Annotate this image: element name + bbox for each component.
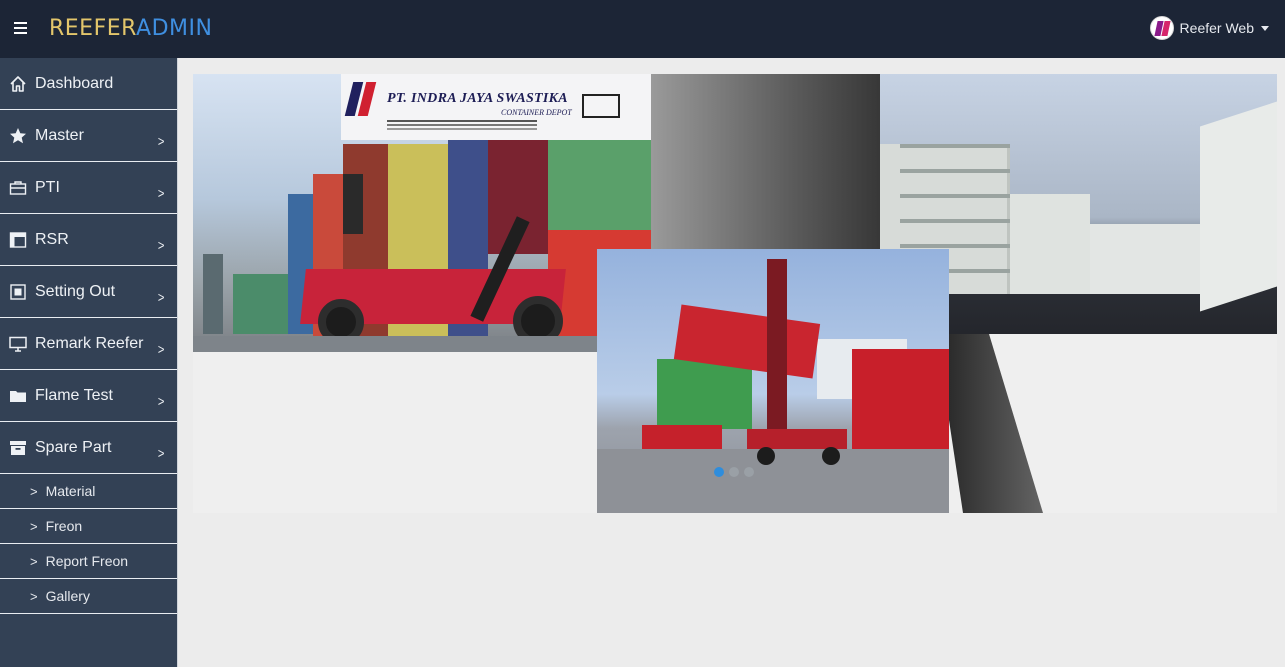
sidebar-item-label: Remark Reefer — [35, 334, 144, 352]
user-name: Reefer Web — [1179, 20, 1254, 36]
caret-down-icon — [1261, 25, 1269, 31]
brand-logo[interactable]: REEFERADMIN — [49, 16, 212, 41]
window-icon — [8, 230, 28, 250]
sidebar-subitem-label: Gallery — [45, 588, 90, 604]
carousel-image-reach-stacker — [597, 249, 949, 513]
sidebar-item-label: Dashboard — [35, 74, 114, 92]
company-logo: PT. INDRA JAYA SWASTIKA CONTAINER DEPOT — [341, 74, 651, 140]
carousel-indicator[interactable] — [744, 467, 754, 477]
folder-icon — [8, 386, 28, 406]
sidebar-item-label: Master — [35, 126, 84, 144]
chevron-right-icon: > — [157, 289, 165, 305]
chevron-right-icon: > — [30, 518, 38, 534]
sidebar: Dashboard Master > PTI > RSR > Setting O… — [0, 58, 178, 667]
home-icon — [8, 74, 28, 94]
sidebar-item-label: Setting Out — [35, 282, 116, 300]
sidebar-item-rsr[interactable]: RSR > — [0, 214, 177, 266]
sidebar-item-flame-test[interactable]: Flame Test > — [0, 370, 177, 422]
menu-toggle-icon[interactable] — [14, 22, 32, 36]
sidebar-item-label: PTI — [35, 178, 60, 196]
briefcase-icon — [8, 178, 28, 198]
top-navbar: REEFERADMIN Reefer Web — [0, 0, 1285, 58]
star-icon — [8, 126, 28, 146]
chevron-right-icon: > — [157, 185, 165, 201]
sidebar-subitem-label: Material — [45, 483, 96, 499]
chevron-right-icon: > — [157, 445, 165, 461]
archive-icon — [8, 438, 28, 458]
chevron-right-icon: > — [30, 553, 38, 569]
carousel-image-forklift: PT. INDRA JAYA SWASTIKA CONTAINER DEPOT — [193, 74, 651, 352]
sidebar-item-spare-part[interactable]: Spare Part > — [0, 422, 177, 474]
chevron-right-icon: > — [30, 483, 38, 499]
sidebar-item-label: Flame Test — [35, 386, 113, 404]
sidebar-subitem-gallery[interactable]: > Gallery — [0, 579, 177, 614]
certification-badge-icon — [582, 94, 620, 118]
sidebar-item-pti[interactable]: PTI > — [0, 162, 177, 214]
chevron-right-icon: > — [157, 341, 165, 357]
chevron-right-icon: > — [157, 133, 165, 149]
chevron-right-icon: > — [157, 393, 165, 409]
company-name: PT. INDRA JAYA SWASTIKA — [387, 91, 568, 106]
sidebar-item-master[interactable]: Master > — [0, 110, 177, 162]
chevron-right-icon: > — [30, 588, 38, 604]
brand-part1: REEFER — [49, 16, 137, 41]
monitor-icon — [8, 334, 28, 354]
sidebar-subitem-label: Report Freon — [45, 553, 129, 569]
sidebar-subitem-label: Freon — [45, 518, 83, 534]
brand-part2: ADMIN — [136, 16, 213, 41]
sidebar-subitem-report-freon[interactable]: > Report Freon — [0, 544, 177, 579]
sidebar-item-remark-reefer[interactable]: Remark Reefer > — [0, 318, 177, 370]
carousel-indicator[interactable] — [729, 467, 739, 477]
user-menu[interactable]: Reefer Web — [1149, 15, 1269, 41]
carousel-indicators — [714, 467, 754, 477]
avatar — [1149, 16, 1174, 40]
company-subtitle: CONTAINER DEPOT — [501, 108, 572, 117]
sidebar-item-setting-out[interactable]: Setting Out > — [0, 266, 177, 318]
sidebar-item-dashboard[interactable]: Dashboard — [0, 58, 177, 110]
square-icon — [8, 282, 28, 302]
carousel-indicator[interactable] — [714, 467, 724, 477]
company-logo-mark-icon — [344, 82, 381, 120]
company-address-lines — [387, 120, 537, 122]
sidebar-subitem-freon[interactable]: > Freon — [0, 509, 177, 544]
decorative-shape — [933, 314, 1043, 513]
chevron-right-icon: > — [157, 237, 165, 253]
sidebar-item-label: RSR — [35, 230, 69, 248]
sidebar-item-label: Spare Part — [35, 438, 112, 456]
dashboard-carousel: PT. INDRA JAYA SWASTIKA CONTAINER DEPOT — [193, 74, 1277, 513]
sidebar-subitem-material[interactable]: > Material — [0, 474, 177, 509]
